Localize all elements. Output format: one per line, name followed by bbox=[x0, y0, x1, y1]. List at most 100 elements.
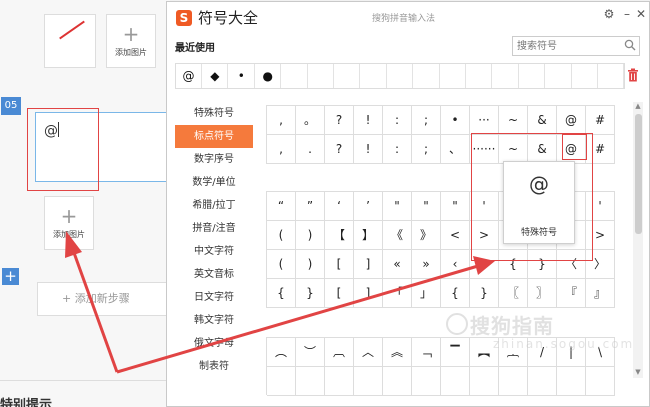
recent-symbol-cell[interactable] bbox=[572, 64, 598, 88]
search-icon[interactable] bbox=[624, 39, 636, 51]
symbol-cell[interactable]: [ bbox=[325, 279, 354, 308]
symbol-cell[interactable]: 。 bbox=[296, 106, 325, 135]
symbol-cell[interactable] bbox=[267, 367, 296, 396]
symbol-cell[interactable] bbox=[528, 367, 557, 396]
scroll-up-icon[interactable]: ▲ bbox=[633, 102, 643, 110]
symbol-cell[interactable]: } bbox=[296, 279, 325, 308]
symbol-cell[interactable]: : bbox=[383, 135, 412, 164]
symbol-cell[interactable]: ! bbox=[354, 106, 383, 135]
symbol-cell[interactable]: » bbox=[412, 250, 441, 279]
title-bar[interactable]: S 符号大全 搜狗拼音输入法 ⚙ – ✕ bbox=[167, 2, 649, 32]
symbol-cell[interactable]: ( bbox=[267, 221, 296, 250]
symbol-cell[interactable]: 》 bbox=[412, 221, 441, 250]
symbol-cell[interactable]: 「 bbox=[383, 279, 412, 308]
trash-icon[interactable] bbox=[627, 68, 639, 82]
symbol-cell[interactable]: [ bbox=[325, 250, 354, 279]
category-item[interactable]: 韩文字符 bbox=[175, 309, 253, 332]
symbol-cell[interactable]: 〗 bbox=[528, 279, 557, 308]
recent-symbol-cell[interactable] bbox=[546, 64, 572, 88]
close-icon[interactable]: ✕ bbox=[634, 7, 648, 21]
recent-symbol-cell[interactable] bbox=[598, 64, 625, 88]
scrollbar-thumb[interactable] bbox=[635, 114, 642, 234]
scroll-down-icon[interactable]: ▼ bbox=[633, 368, 643, 376]
add-picture-button-2[interactable]: + 添加图片 bbox=[44, 196, 94, 250]
symbol-cell[interactable]: ’ bbox=[354, 192, 383, 221]
symbol-cell[interactable] bbox=[557, 367, 586, 396]
symbol-cell[interactable]: ▔ bbox=[441, 338, 470, 367]
symbol-cell[interactable]: 『 bbox=[557, 279, 586, 308]
category-item[interactable]: 制表符 bbox=[175, 355, 253, 378]
symbol-cell[interactable] bbox=[383, 367, 412, 396]
symbol-cell[interactable]: ﹁ bbox=[412, 338, 441, 367]
minimize-icon[interactable]: – bbox=[620, 7, 634, 21]
symbol-cell[interactable]: " bbox=[441, 192, 470, 221]
symbol-search[interactable] bbox=[512, 36, 640, 56]
recent-symbol-cell[interactable] bbox=[414, 64, 440, 88]
symbol-cell[interactable]: { bbox=[441, 279, 470, 308]
recent-symbol-cell[interactable]: @ bbox=[176, 64, 202, 88]
symbol-cell[interactable]: " bbox=[383, 192, 412, 221]
symbol-cell[interactable]: ︹ bbox=[325, 338, 354, 367]
symbol-cell[interactable]: 《 bbox=[383, 221, 412, 250]
symbol-cell[interactable]: ; bbox=[412, 106, 441, 135]
recent-symbol-cell[interactable] bbox=[493, 64, 519, 88]
recent-symbol-cell[interactable] bbox=[440, 64, 466, 88]
category-item[interactable]: 俄文字母 bbox=[175, 332, 253, 355]
symbol-cell[interactable]: , bbox=[267, 106, 296, 135]
symbol-cell[interactable]: < bbox=[441, 221, 470, 250]
category-item[interactable]: 数学/单位 bbox=[175, 171, 253, 194]
symbol-cell[interactable]: ? bbox=[325, 106, 354, 135]
category-item[interactable]: 中文字符 bbox=[175, 240, 253, 263]
add-picture-button[interactable]: + 添加图片 bbox=[106, 14, 156, 68]
symbol-cell[interactable]: 】 bbox=[354, 221, 383, 250]
symbol-cell[interactable] bbox=[586, 367, 615, 396]
symbol-cell[interactable] bbox=[354, 367, 383, 396]
symbol-cell[interactable]: ︽ bbox=[383, 338, 412, 367]
symbol-cell[interactable]: ! bbox=[354, 135, 383, 164]
symbol-cell[interactable]: & bbox=[528, 106, 557, 135]
add-step-button[interactable]: + 添加新步骤 bbox=[37, 282, 177, 316]
category-item[interactable]: 特殊符号 bbox=[175, 102, 253, 125]
recent-symbol-cell[interactable] bbox=[361, 64, 387, 88]
symbol-cell[interactable]: ︵ bbox=[267, 338, 296, 367]
recent-symbol-cell[interactable] bbox=[282, 64, 308, 88]
category-item[interactable]: 标点符号 bbox=[175, 125, 253, 148]
symbol-cell[interactable]: ? bbox=[325, 135, 354, 164]
recent-symbol-cell[interactable]: ● bbox=[255, 64, 282, 88]
uploaded-thumbnail[interactable] bbox=[44, 14, 96, 68]
symbol-cell[interactable]: ; bbox=[412, 135, 441, 164]
category-item[interactable]: 希腊/拉丁 bbox=[175, 194, 253, 217]
symbol-cell[interactable]: ) bbox=[296, 250, 325, 279]
recent-symbol-cell[interactable] bbox=[519, 64, 546, 88]
symbol-cell[interactable]: " bbox=[412, 192, 441, 221]
symbol-cell[interactable]: } bbox=[470, 279, 499, 308]
symbol-cell[interactable] bbox=[412, 367, 441, 396]
category-item[interactable]: 数字序号 bbox=[175, 148, 253, 171]
symbol-cell[interactable]: ( bbox=[267, 250, 296, 279]
symbol-cell[interactable]: . bbox=[296, 135, 325, 164]
symbol-cell[interactable]: “ bbox=[267, 192, 296, 221]
symbol-cell[interactable]: @ bbox=[557, 106, 586, 135]
symbol-cell[interactable]: # bbox=[586, 106, 615, 135]
symbol-cell[interactable] bbox=[470, 367, 499, 396]
add-icon[interactable]: + bbox=[2, 268, 19, 285]
recent-symbol-cell[interactable] bbox=[334, 64, 361, 88]
symbol-cell[interactable]: , bbox=[267, 135, 296, 164]
recent-symbol-cell[interactable] bbox=[387, 64, 414, 88]
symbol-cell[interactable]: ) bbox=[296, 221, 325, 250]
symbol-cell[interactable] bbox=[441, 367, 470, 396]
symbol-cell[interactable]: 、 bbox=[441, 135, 470, 164]
symbol-cell[interactable]: « bbox=[383, 250, 412, 279]
symbol-cell[interactable]: ‘ bbox=[325, 192, 354, 221]
symbol-cell[interactable] bbox=[325, 367, 354, 396]
symbol-cell[interactable]: ︿ bbox=[354, 338, 383, 367]
symbol-cell[interactable]: • bbox=[441, 106, 470, 135]
symbol-cell[interactable]: : bbox=[383, 106, 412, 135]
category-item[interactable]: 拼音/注音 bbox=[175, 217, 253, 240]
category-item[interactable]: 日文字符 bbox=[175, 286, 253, 309]
recent-symbol-cell[interactable]: ◆ bbox=[202, 64, 229, 88]
recent-symbol-cell[interactable] bbox=[308, 64, 334, 88]
search-input[interactable] bbox=[513, 37, 621, 55]
recent-symbol-cell[interactable]: • bbox=[229, 64, 255, 88]
settings-icon[interactable]: ⚙ bbox=[602, 7, 616, 21]
